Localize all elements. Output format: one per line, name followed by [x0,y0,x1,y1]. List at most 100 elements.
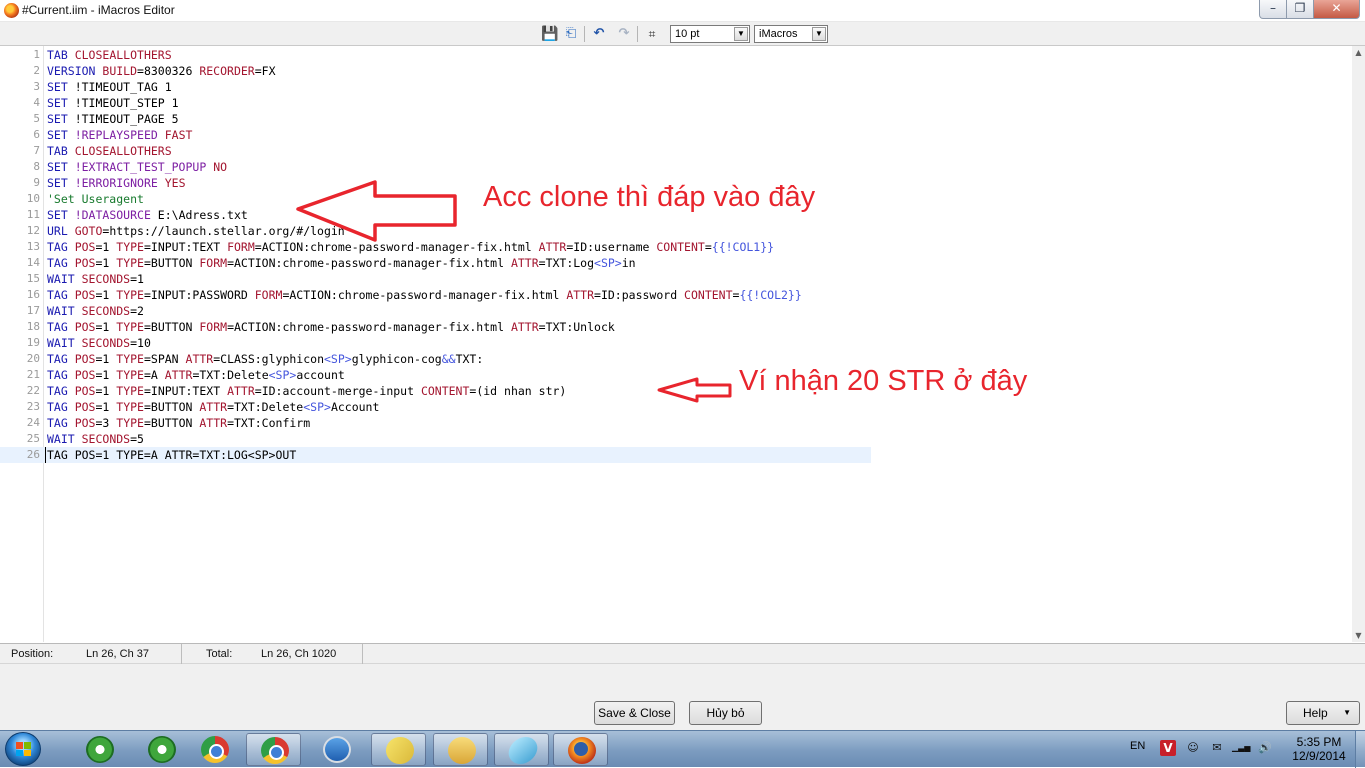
code-token: URL [47,224,68,238]
code-line[interactable]: 7 TAB CLOSEALLOTHERS [0,143,1352,159]
code-line[interactable]: 16 TAG POS=1 TYPE=INPUT:PASSWORD FORM=ACT… [0,287,1352,303]
vertical-scrollbar[interactable]: ▲ ▼ [1352,46,1365,642]
code-line[interactable]: 20 TAG POS=1 TYPE=SPAN ATTR=CLASS:glyphic… [0,351,1352,367]
code-line[interactable]: 15 WAIT SECONDS=1 [0,271,1352,287]
code-line[interactable]: 22 TAG POS=1 TYPE=INPUT:TEXT ATTR=ID:acco… [0,383,1352,399]
taskbar-chrome[interactable] [246,733,301,766]
line-number: 16 [26,288,40,301]
windows-taskbar: EN V ☺ ✉ ▁▃▅ 🔊 5:35 PM 12/9/2014 [0,730,1365,768]
start-button[interactable] [5,732,41,766]
code-line[interactable]: 18 TAG POS=1 TYPE=BUTTON FORM=ACTION:chro… [0,319,1352,335]
taskbar-file-explorer[interactable] [433,733,488,766]
taskbar-snipping-tool[interactable] [494,733,549,766]
code-line[interactable]: 6 SET !REPLAYSPEED FAST [0,127,1352,143]
code-line[interactable]: 13 TAG POS=1 TYPE=INPUT:TEXT FORM=ACTION:… [0,239,1352,255]
taskbar-chrome-canary[interactable] [187,733,242,766]
code-line[interactable]: 3 SET !TIMEOUT_TAG 1 [0,79,1352,95]
code-line[interactable]: 1 TAB CLOSEALLOTHERS [0,47,1352,63]
cancel-button[interactable]: Hủy bỏ [689,701,762,725]
code-token: SECONDS [74,336,131,350]
chevron-down-icon[interactable]: ▼ [734,27,748,41]
code-token: =BUTTON [143,400,193,414]
code-line[interactable]: 24 TAG POS=3 TYPE=BUTTON ATTR=TXT:Confirm [0,415,1352,431]
show-desktop-button[interactable] [1355,731,1365,768]
language-indicator[interactable]: EN [1130,740,1145,752]
code-token: =INPUT:TEXT [143,240,221,254]
antivirus-tray-icon[interactable]: V [1160,740,1176,756]
clock-time: 5:35 PM [1296,735,1342,749]
line-text: TAG POS=1 TYPE=SPAN ATTR=CLASS:glyphicon… [47,351,483,367]
code-line[interactable]: 14 TAG POS=1 TYPE=BUTTON FORM=ACTION:chro… [0,255,1352,271]
line-number: 23 [26,400,40,413]
chrome-icon [261,737,289,764]
redo-icon[interactable]: ↷ [616,26,632,42]
position-value: Ln 26, Ch 37 [86,648,149,660]
code-token: !REPLAYSPEED [67,128,158,142]
minimize-button[interactable]: – [1259,0,1287,19]
code-token: POS [67,240,96,254]
code-token: SET [47,128,68,142]
chevron-down-icon[interactable]: ▼ [812,27,826,41]
close-button[interactable]: ✕ [1313,0,1360,19]
code-line[interactable]: 26 TAG POS=1 TYPE=A ATTR=TXT:LOG<SP>OUT [0,447,1352,463]
toolbar-separator [584,26,585,42]
line-number: 5 [33,112,40,125]
help-label: Help [1303,706,1328,720]
line-number: 26 [26,448,40,461]
code-token: !ERRORIGNORE [67,176,158,190]
code-token: CONTENT [649,240,705,254]
firefox-icon [568,737,596,764]
code-line[interactable]: 21 TAG POS=1 TYPE=A ATTR=TXT:Delete<SP>ac… [0,367,1352,383]
line-text: TAB CLOSEALLOTHERS [47,143,172,159]
save-icon[interactable]: 💾 [541,26,558,42]
line-text: TAG POS=1 TYPE=INPUT:TEXT FORM=ACTION:ch… [47,239,774,255]
code-line[interactable]: 8 SET !EXTRACT_TEST_POPUP NO [0,159,1352,175]
network-signal-icon[interactable]: ▁▃▅ [1232,741,1250,755]
volume-icon[interactable]: 🔊 [1258,741,1272,755]
undo-icon[interactable]: ↶ [591,26,607,42]
open-folder-icon[interactable]: ⎗ [563,26,579,42]
code-token: =ID:username [566,240,650,254]
code-line[interactable]: 2 VERSION BUILD=8300326 RECORDER=FX [0,63,1352,79]
code-line[interactable]: 5 SET !TIMEOUT_PAGE 5 [0,111,1352,127]
taskbar-coccoc-browser-2[interactable] [134,733,189,766]
code-line[interactable]: 19 WAIT SECONDS=10 [0,335,1352,351]
notification-tray-icon[interactable]: ✉ [1210,741,1224,755]
maximize-button[interactable]: ❐ [1286,0,1314,19]
line-number: 18 [26,320,40,333]
syntax-mode-select[interactable]: iMacros ▼ [754,25,828,43]
code-token: =5 [130,432,144,446]
save-close-button[interactable]: Save & Close [594,701,675,725]
binoculars-find-icon[interactable]: ⌗ [644,26,660,42]
taskbar-firefox[interactable] [553,733,608,766]
code-line[interactable]: 23 TAG POS=1 TYPE=BUTTON ATTR=TXT:Delete<… [0,399,1352,415]
line-number: 10 [26,192,40,205]
taskbar-coccoc-browser[interactable] [72,733,127,766]
taskbar-sticky-notes[interactable] [371,733,426,766]
code-token: =TXT:Delete [192,368,269,382]
code-token: TYPE [109,240,144,254]
system-clock[interactable]: 5:35 PM 12/9/2014 [1290,735,1348,763]
code-token: =1 [95,384,110,398]
code-token: TXT: [455,352,484,366]
code-token: TAB [47,144,68,158]
code-line[interactable]: 25 WAIT SECONDS=5 [0,431,1352,447]
code-token: !TIMEOUT_TAG 1 [67,80,172,94]
code-token: TAG [47,416,68,430]
scroll-up-icon[interactable]: ▲ [1352,46,1365,59]
code-line[interactable]: 12 URL GOTO=https://launch.stellar.org/#/… [0,223,1352,239]
emoticon-tray-icon[interactable]: ☺ [1186,741,1200,755]
help-button[interactable]: Help ▼ [1286,701,1360,725]
font-size-select[interactable]: 10 pt ▼ [670,25,750,43]
chevron-down-icon[interactable]: ▼ [1343,702,1351,724]
code-token: TYPE [109,400,144,414]
code-editor[interactable]: 1 TAB CLOSEALLOTHERS 2 VERSION BUILD=830032… [0,46,1352,642]
scroll-down-icon[interactable]: ▼ [1352,629,1365,642]
code-line[interactable]: 17 WAIT SECONDS=2 [0,303,1352,319]
code-token: {{!COL2}} [739,288,802,302]
taskbar-remote-desktop[interactable] [309,733,364,766]
code-line[interactable]: 4 SET !TIMEOUT_STEP 1 [0,95,1352,111]
chrome-icon [201,736,229,763]
code-token: =1 [95,320,110,334]
code-token: =1 [95,256,110,270]
